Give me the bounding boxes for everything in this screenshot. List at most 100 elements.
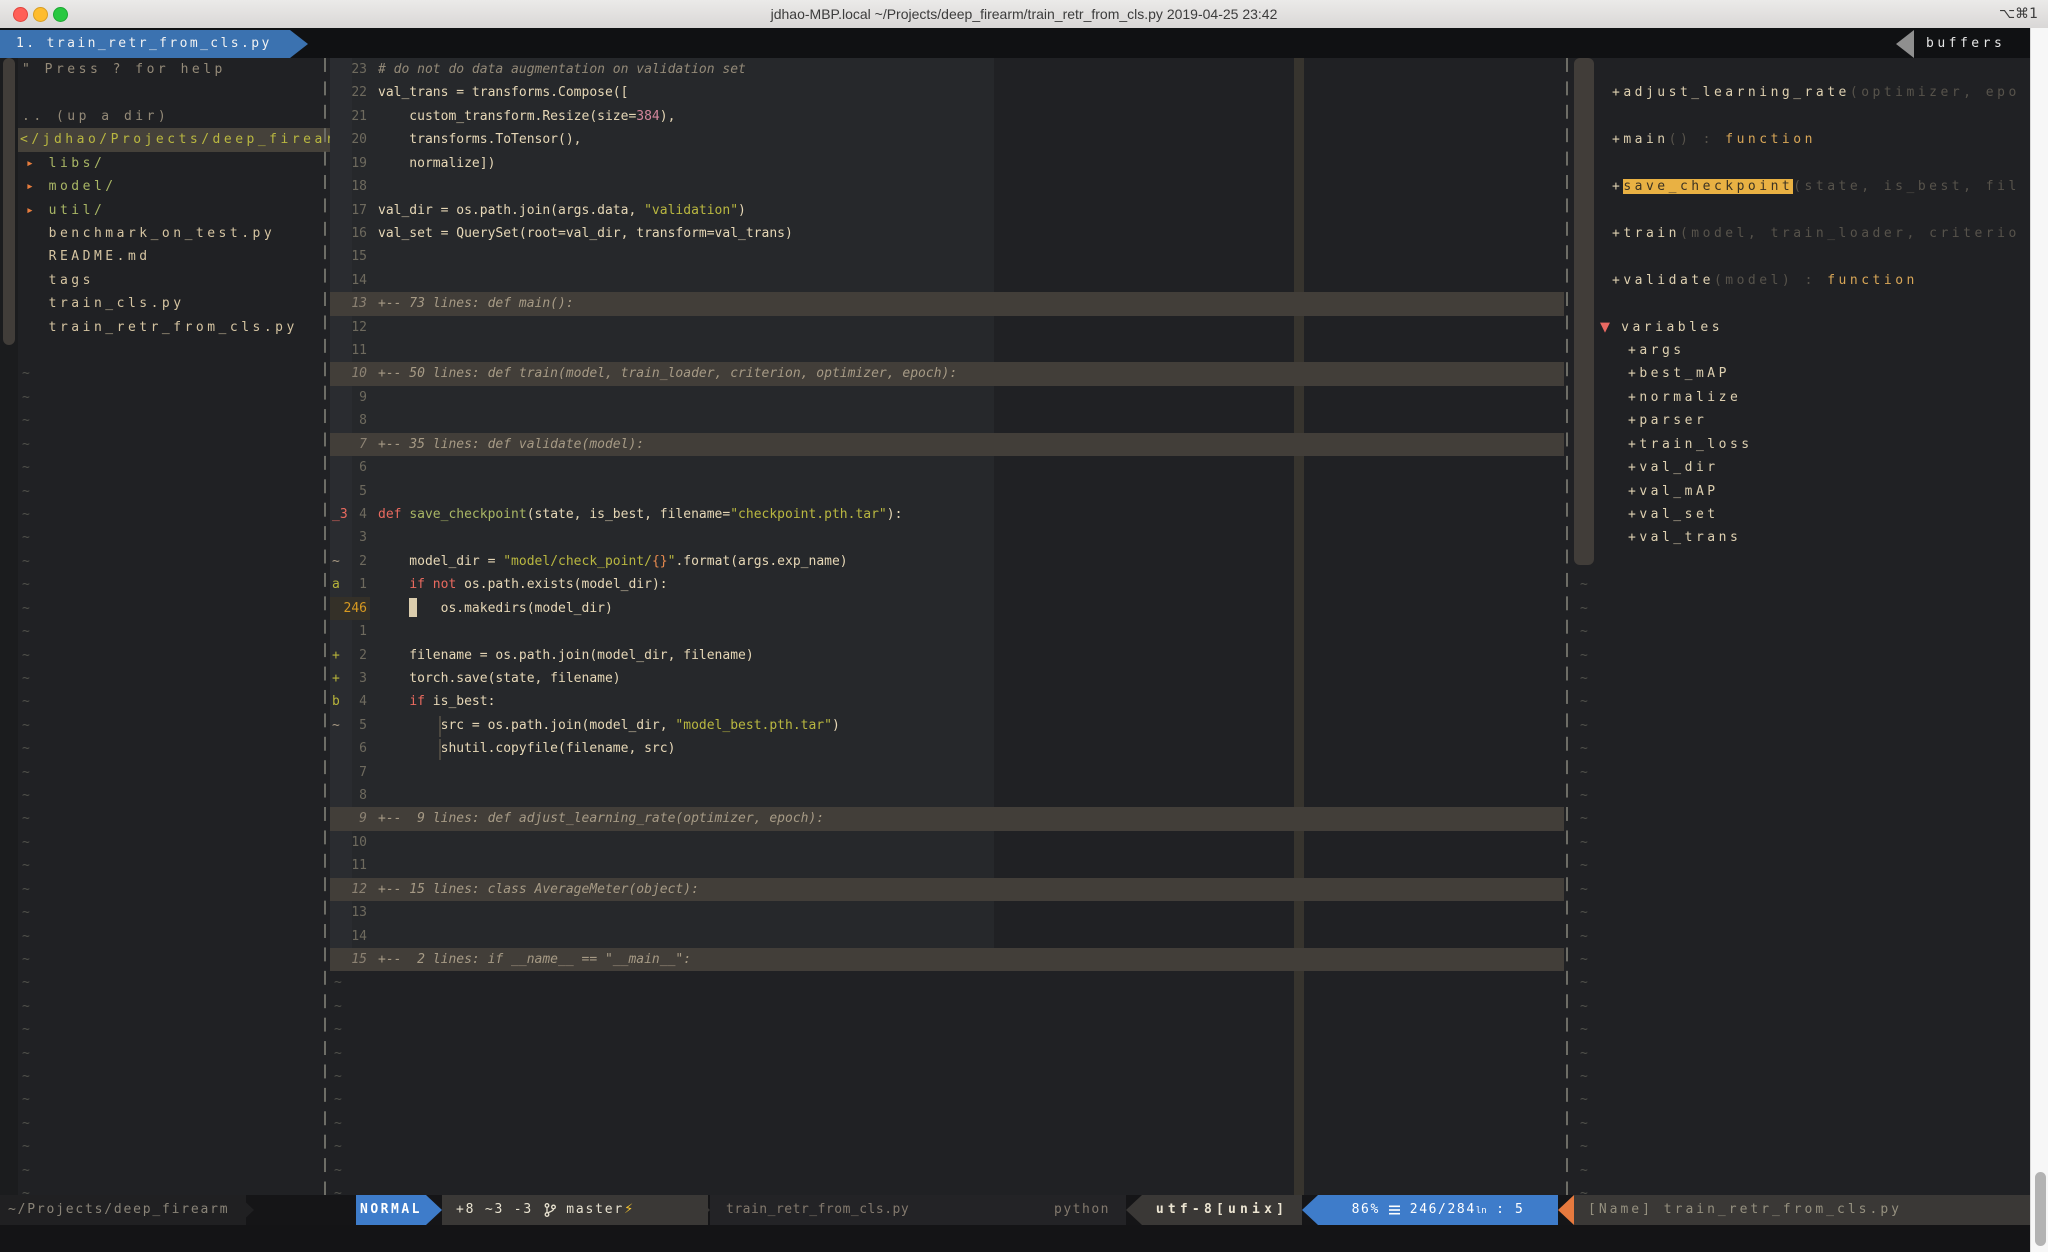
blank-line-14[interactable]: 14 xyxy=(0,269,1564,292)
token xyxy=(425,577,433,592)
fold-line-10[interactable]: 10+-- 50 lines: def train(model, train_l… xyxy=(0,362,1564,385)
main-scrollbar-thumb[interactable] xyxy=(2035,1172,2046,1246)
blank-line-3[interactable]: 3 xyxy=(0,526,1564,549)
tab-active[interactable]: 1. train_retr_from_cls.py xyxy=(0,30,290,58)
filler-tilde: ~ xyxy=(1580,854,1588,877)
line-text: +-- 2 lines: if __name__ == "__main__": xyxy=(378,948,691,971)
statusline-filename: train_retr_from_cls.py xyxy=(726,1195,909,1225)
code-line-23[interactable]: 23# do not do data augmentation on valid… xyxy=(0,58,1564,81)
filler-tilde: ~ xyxy=(334,1018,342,1041)
filler-tilde: ~ xyxy=(1580,807,1588,830)
token: if xyxy=(409,694,425,709)
blank-line-8[interactable]: 8 xyxy=(0,784,1564,807)
blank-line-13[interactable]: 13 xyxy=(0,901,1564,924)
code-line-2[interactable]: 2+ filename = os.path.join(model_dir, fi… xyxy=(0,644,1564,667)
tagbar-variable-val_set[interactable]: +val_set xyxy=(1628,503,1719,526)
token: val_dir = os.path.join(args.data, xyxy=(378,203,644,218)
window-title: jdhao-MBP.local ~/Projects/deep_firearm/… xyxy=(0,0,2048,28)
code-line-4[interactable]: 4_3def save_checkpoint(state, is_best, f… xyxy=(0,503,1564,526)
fold-line-7[interactable]: 7+-- 35 lines: def validate(model): xyxy=(0,433,1564,456)
code-line-6[interactable]: 6 shutil.copyfile(filename, src) xyxy=(0,737,1564,760)
token: "model/check_point/ xyxy=(503,554,652,569)
filler-tilde: ~ xyxy=(1580,1042,1588,1065)
gutter-sign: a xyxy=(332,573,340,596)
window-separator-right[interactable] xyxy=(1566,58,1568,1195)
line-number: 12 xyxy=(330,316,367,339)
code-line-17[interactable]: 17val_dir = os.path.join(args.data, "val… xyxy=(0,199,1564,222)
indent-guide xyxy=(439,739,441,760)
tagbar-variable-args[interactable]: +args xyxy=(1628,339,1685,362)
blank-line-6[interactable]: 6 xyxy=(0,456,1564,479)
token: +-- 9 lines: def adjust_learning_rate(op… xyxy=(378,811,824,826)
blank-line-11[interactable]: 11 xyxy=(0,854,1564,877)
code-line-20[interactable]: 20 transforms.ToTensor(), xyxy=(0,128,1564,151)
line-number: 5 xyxy=(330,480,367,503)
blank-line-8[interactable]: 8 xyxy=(0,409,1564,432)
tag-name: +val_mAP xyxy=(1628,484,1719,499)
fold-line-15[interactable]: 15+-- 2 lines: if __name__ == "__main__"… xyxy=(0,948,1564,971)
token: not xyxy=(433,577,456,592)
blank-line-9[interactable]: 9 xyxy=(0,386,1564,409)
tagbar-function-4[interactable]: +validate(model) : function xyxy=(1612,269,1918,292)
filler-tilde: ~ xyxy=(1580,1135,1588,1158)
code-line-2[interactable]: 2~ model_dir = "model/check_point/{}".fo… xyxy=(0,550,1564,573)
gutter-sign: ~ xyxy=(332,550,340,573)
blank-line-12[interactable]: 12 xyxy=(0,316,1564,339)
token: "model_best.pth.tar" xyxy=(675,718,832,733)
macvim-window: jdhao-MBP.local ~/Projects/deep_firearm/… xyxy=(0,0,2048,1252)
filler-tilde: ~ xyxy=(1580,644,1588,667)
line-number: 21 xyxy=(330,105,367,128)
blank-line-5[interactable]: 5 xyxy=(0,480,1564,503)
token xyxy=(417,601,440,616)
git-branch-icon xyxy=(543,1202,557,1218)
filler-tilde: ~ xyxy=(1580,573,1588,596)
code-line-3[interactable]: 3+ torch.save(state, filename) xyxy=(0,667,1564,690)
line-text: model_dir = "model/check_point/{}".forma… xyxy=(378,550,848,573)
tagbar-variable-normalize[interactable]: +normalize xyxy=(1628,386,1741,409)
fold-line-12[interactable]: 12+-- 15 lines: class AverageMeter(objec… xyxy=(0,878,1564,901)
tagbar-variable-val_mAP[interactable]: +val_mAP xyxy=(1628,480,1719,503)
code-line-22[interactable]: 22val_trans = transforms.Compose([ xyxy=(0,81,1564,104)
blank-line-10[interactable]: 10 xyxy=(0,831,1564,854)
fold-line-9[interactable]: 9+-- 9 lines: def adjust_learning_rate(o… xyxy=(0,807,1564,830)
gutter-sign: b xyxy=(332,690,340,713)
code-line-19[interactable]: 19 normalize]) xyxy=(0,152,1564,175)
tagbar-variable-val_dir[interactable]: +val_dir xyxy=(1628,456,1719,479)
code-line-246[interactable]: 246 os.makedirs(model_dir) xyxy=(0,597,1564,620)
tagbar-section-variables[interactable]: ▼ variables xyxy=(1600,316,1723,339)
code-line-16[interactable]: 16val_set = QuerySet(root=val_dir, trans… xyxy=(0,222,1564,245)
blank-line-1[interactable]: 1 xyxy=(0,620,1564,643)
code-line-5[interactable]: 5~ src = os.path.join(model_dir, "model_… xyxy=(0,714,1564,737)
tagbar-function-1[interactable]: +main() : function xyxy=(1612,128,1816,151)
blank-line-15[interactable]: 15 xyxy=(0,245,1564,268)
line-number: 13 xyxy=(330,292,367,315)
line-number: 14 xyxy=(330,925,367,948)
filler-tilde: ~ xyxy=(1580,667,1588,690)
blank-line-7[interactable]: 7 xyxy=(0,761,1564,784)
token: filename = os.path.join(model_dir, filen… xyxy=(378,648,754,663)
powerline-separator-icon xyxy=(426,1195,442,1225)
git-hunk-counts: +8 ~3 -3 xyxy=(456,1202,533,1217)
line-number: 16 xyxy=(330,222,367,245)
blank-line-14[interactable]: 14 xyxy=(0,925,1564,948)
line-number: 12 xyxy=(330,878,367,901)
tag-signature: (state, is_best, fil xyxy=(1793,179,2020,194)
line-number: 14 xyxy=(330,269,367,292)
tagbar-variable-parser[interactable]: +parser xyxy=(1628,409,1707,432)
main-scrollbar-track[interactable] xyxy=(2030,28,2048,1252)
code-line-4[interactable]: 4b if is_best: xyxy=(0,690,1564,713)
tagbar-function-3[interactable]: +train(model, train_loader, criterio> xyxy=(1612,222,2020,245)
titlebar[interactable]: jdhao-MBP.local ~/Projects/deep_firearm/… xyxy=(0,0,2048,29)
tagbar-variable-best_mAP[interactable]: +best_mAP xyxy=(1628,362,1730,385)
code-line-21[interactable]: 21 custom_transform.Resize(size=384), xyxy=(0,105,1564,128)
tagbar-function-0[interactable]: +adjust_learning_rate(optimizer, epo> xyxy=(1612,81,2020,104)
blank-line-11[interactable]: 11 xyxy=(0,339,1564,362)
fold-line-13[interactable]: 13+-- 73 lines: def main(): xyxy=(0,292,1564,315)
tagbar-variable-val_trans[interactable]: +val_trans xyxy=(1628,526,1741,549)
code-line-1[interactable]: 1a if not os.path.exists(model_dir): xyxy=(0,573,1564,596)
tagbar-function-2[interactable]: +save_checkpoint(state, is_best, fil> xyxy=(1612,175,2020,198)
tagbar-variable-train_loss[interactable]: +train_loss xyxy=(1628,433,1753,456)
tag-name: +parser xyxy=(1628,413,1707,428)
blank-line-18[interactable]: 18 xyxy=(0,175,1564,198)
command-line[interactable] xyxy=(0,1225,2048,1252)
